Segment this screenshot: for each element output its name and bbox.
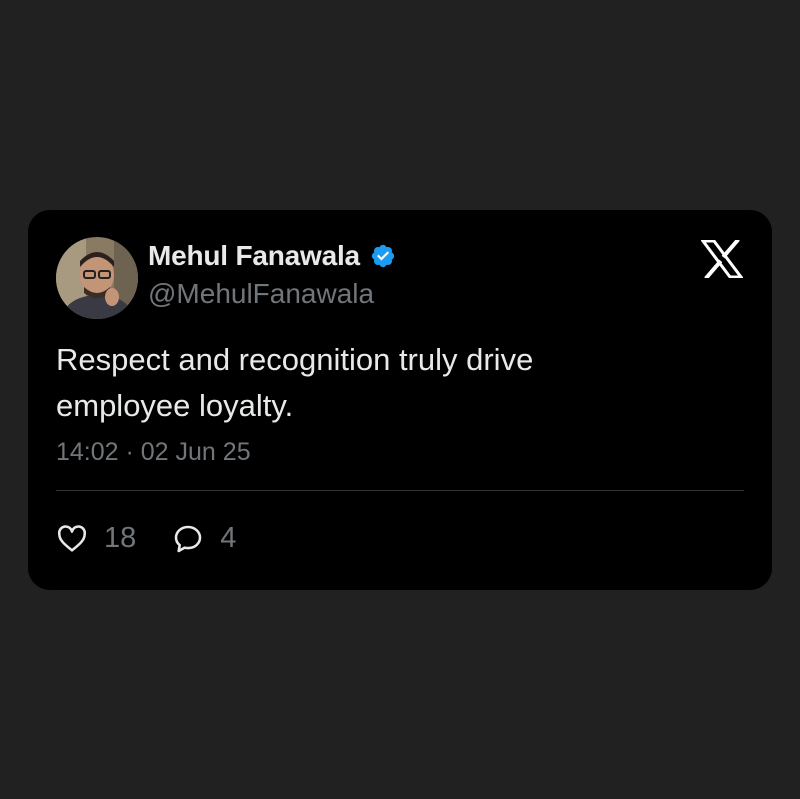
verified-badge-icon <box>370 243 396 269</box>
reply-bubble-icon <box>174 525 202 552</box>
author-display-name[interactable]: Mehul Fanawala <box>148 240 360 272</box>
x-logo-icon[interactable] <box>700 238 744 280</box>
tweet-actions: 18 4 <box>56 522 272 555</box>
tweet-text-line: Respect and recognition truly drive <box>56 342 534 377</box>
avatar[interactable] <box>56 237 138 319</box>
tweet-text-line: employee loyalty. <box>56 388 294 423</box>
divider <box>56 490 744 491</box>
like-count: 18 <box>104 522 137 554</box>
tweet-timestamp[interactable]: 14:02 · 02 Jun 25 <box>56 438 251 467</box>
reply-button[interactable]: 4 <box>172 522 236 555</box>
author-handle[interactable]: @MehulFanawala <box>148 278 374 310</box>
like-button[interactable]: 18 <box>56 522 136 555</box>
heart-icon <box>57 524 87 552</box>
tweet-card: Mehul Fanawala @MehulFanawala Respect an… <box>28 210 772 590</box>
reply-count: 4 <box>220 522 237 554</box>
tweet-text: Respect and recognition truly drive empl… <box>56 337 716 429</box>
